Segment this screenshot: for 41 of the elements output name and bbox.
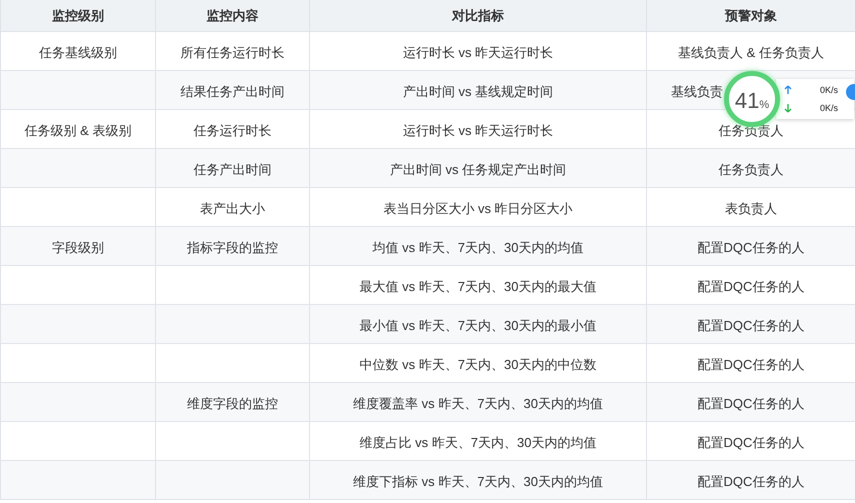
cell-text: 结果任务产出时间 — [180, 83, 284, 101]
cell-text: 最小值 vs 昨天、7天内、30天内的最小值 — [360, 317, 596, 335]
cell-text: 最大值 vs 昨天、7天内、30天内的最大值 — [360, 278, 596, 296]
cell-text: 产出时间 vs 任务规定产出时间 — [390, 161, 566, 179]
upload-speed: 0K/s — [818, 85, 838, 95]
column-header: 监控级别 — [1, 0, 156, 32]
download-speed: 0K/s — [818, 103, 838, 113]
cell-text: 基线负责人 & 任务负责人 — [678, 44, 824, 62]
column-header: 预警对象 — [647, 0, 855, 32]
cell-text: 产出时间 vs 基线规定时间 — [402, 83, 554, 101]
cell-text: 维度覆盖率 vs 昨天、7天内、30天内的均值 — [353, 395, 603, 413]
cell-text: 任务运行时长 — [194, 122, 272, 140]
cell-text: 任务负责人 — [718, 161, 784, 179]
cell-text: 运行时长 vs 昨天运行时长 — [402, 122, 554, 140]
cell-text: 均值 vs 昨天、7天内、30天内的均值 — [372, 239, 584, 257]
cell-text: 指标字段的监控 — [187, 239, 278, 257]
cell-text: 配置DQC任务的人 — [698, 395, 804, 413]
cell-text: 表产出大小 — [200, 200, 265, 218]
cell-text: 配置DQC任务的人 — [698, 473, 804, 491]
upload-arrow-icon — [784, 85, 792, 95]
cell-text: 配置DQC任务的人 — [698, 278, 804, 296]
cell-text: 维度下指标 vs 昨天、7天内、30天内的均值 — [353, 473, 603, 491]
cell-text: 配置DQC任务的人 — [698, 317, 804, 335]
cell-text: 字段级别 — [52, 239, 104, 257]
cell-text: 配置DQC任务的人 — [698, 434, 804, 452]
download-arrow-icon — [784, 103, 792, 113]
cell-text: 维度字段的监控 — [187, 395, 278, 413]
cell-text: 任务基线级别 — [39, 44, 117, 62]
cell-text: 配置DQC任务的人 — [698, 239, 804, 257]
cell-text: 任务级别 & 表级别 — [24, 122, 132, 140]
cell-text: 任务产出时间 — [194, 161, 272, 179]
cell-text: 表负责人 — [725, 200, 777, 218]
cell-text: 维度占比 vs 昨天、7天内、30天内的均值 — [360, 434, 596, 452]
cell-text: 运行时长 vs 昨天运行时长 — [402, 44, 554, 62]
cell-text: 中位数 vs 昨天、7天内、30天内的中位数 — [360, 356, 596, 374]
cell-text: 配置DQC任务的人 — [698, 356, 804, 374]
column-header: 对比指标 — [310, 0, 647, 32]
cell-text: 所有任务运行时长 — [180, 44, 284, 62]
column-header: 监控内容 — [156, 0, 310, 32]
cell-text: 基线负责 — [671, 83, 723, 101]
cell-text: 表当日分区大小 vs 昨日分区大小 — [383, 200, 573, 218]
